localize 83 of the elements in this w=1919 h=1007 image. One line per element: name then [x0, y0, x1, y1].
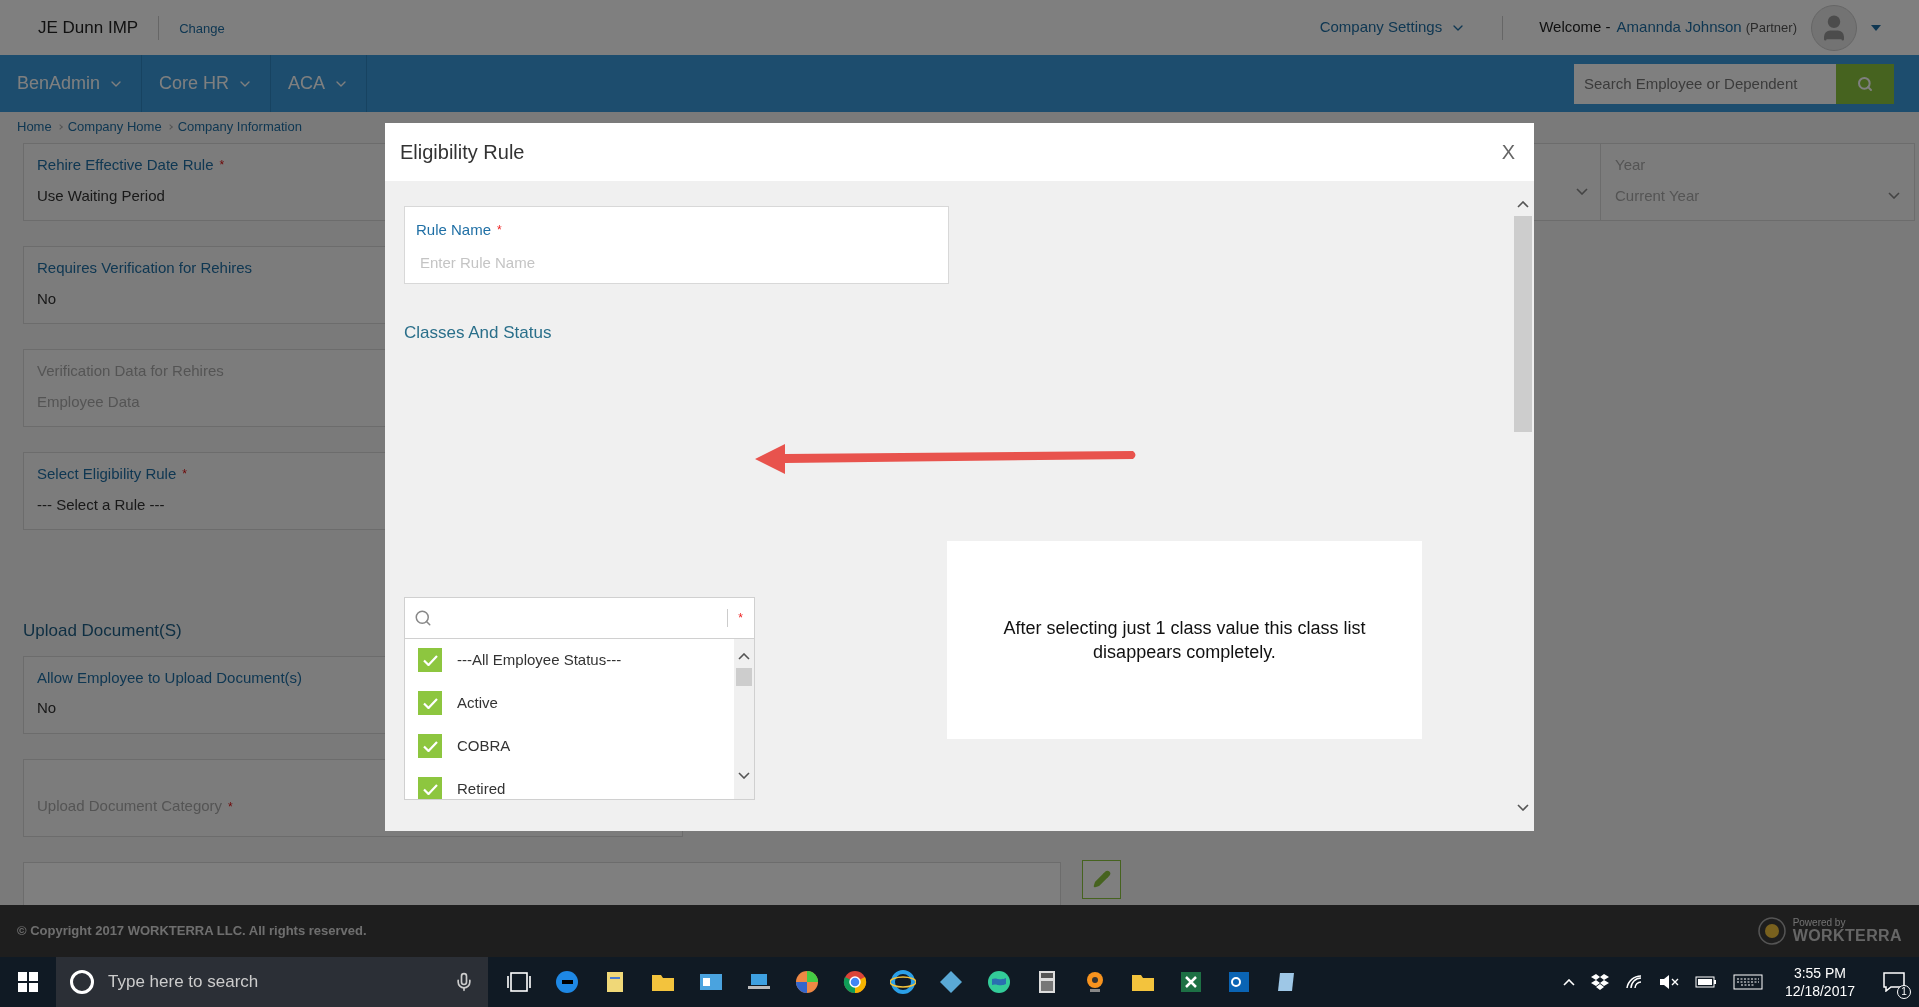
caret-icon[interactable]	[1871, 24, 1881, 31]
required-marker: *	[219, 157, 225, 175]
clock-time: 3:55 PM	[1793, 964, 1847, 982]
checkbox[interactable]	[418, 648, 442, 672]
search-field[interactable]: Search Employee or Dependent	[1574, 63, 1836, 104]
chevron-down-icon	[1576, 188, 1588, 195]
muted-speaker-icon	[1658, 974, 1679, 990]
breadcrumb-link[interactable]: Company Information	[177, 117, 302, 137]
pinwheel-icon[interactable]	[794, 969, 820, 995]
option-label: Retired	[457, 778, 506, 799]
spreadsheet-icon[interactable]	[1178, 969, 1204, 995]
check-icon	[422, 783, 438, 795]
list-scrollbar[interactable]	[734, 638, 754, 799]
company-settings-menu[interactable]: Company Settings	[1319, 16, 1467, 39]
check-icon	[422, 697, 438, 709]
field-label: Select Eligibility Rule	[37, 464, 177, 484]
powered-by-text: Powered by	[1792, 918, 1846, 928]
keyboard-icon	[1732, 974, 1763, 990]
chevron-up-icon	[1517, 201, 1529, 208]
field-label: Rehire Effective Date Rule	[37, 155, 214, 175]
rule-name-field[interactable]: Rule Name * Enter Rule Name	[404, 206, 949, 284]
field-label: Allow Employee to Upload Document(s)	[37, 667, 303, 688]
nav-menu[interactable]: Core HR	[142, 55, 272, 112]
browser-icon[interactable]	[842, 969, 868, 995]
field-label: Rule Name	[416, 220, 492, 240]
note-text: After selecting just 1 class value this class list disappears completely.	[1002, 617, 1367, 664]
chevron-down-icon	[1888, 192, 1900, 200]
clock-date: 12/18/2017	[1784, 982, 1855, 1000]
welcome-text: Welcome -	[1539, 17, 1611, 38]
change-link[interactable]: Change	[179, 19, 225, 39]
user-role: (Partner)	[1745, 18, 1797, 37]
globe-icon[interactable]	[986, 969, 1012, 995]
field-label: Requires Verification for Rehires	[37, 258, 253, 278]
notification-count: 1	[1897, 985, 1911, 999]
required-marker: *	[497, 222, 502, 240]
option-label: Active	[457, 692, 498, 713]
browser-icon[interactable]	[890, 969, 916, 995]
required-marker: *	[228, 798, 233, 816]
section-heading: Classes And Status	[404, 322, 553, 344]
logo-icon	[1756, 916, 1787, 946]
nav-menu[interactable]: BenAdmin	[0, 55, 143, 112]
required-marker: *	[182, 466, 187, 484]
field-value: No	[37, 288, 57, 309]
mail-icon[interactable]	[1226, 969, 1252, 995]
chevron-down-icon	[1517, 804, 1529, 811]
option-label: COBRA	[457, 735, 511, 756]
check-icon	[422, 654, 438, 666]
modal-title: Eligibility Rule	[400, 140, 525, 165]
breadcrumb-link[interactable]: Company Home	[67, 117, 162, 137]
scroll-thumb[interactable]	[1514, 216, 1532, 432]
search-icon	[1857, 75, 1873, 92]
scroll-thumb[interactable]	[736, 667, 752, 686]
user-name-link[interactable]: Amannda Johnson	[1616, 16, 1742, 39]
pencil-icon	[1092, 870, 1111, 888]
microphone-icon	[454, 972, 474, 992]
section-heading: Upload Document(S)	[23, 620, 182, 642]
breadcrumb-link[interactable]: Home	[17, 117, 52, 137]
chevron-up-icon	[1562, 978, 1575, 986]
required-marker: *	[738, 609, 743, 627]
class-multiselect[interactable]: * ---All Employee Status--- Active COBRA Retired	[404, 596, 755, 800]
company-name: JE Dunn IMP	[38, 16, 139, 39]
wifi-icon	[1624, 974, 1643, 990]
checkbox[interactable]	[418, 734, 442, 758]
taskbar-search-field[interactable]: Type here to search	[56, 957, 488, 1007]
windows-logo-icon	[18, 972, 38, 992]
field-value: No	[37, 698, 57, 718]
chevron-up-icon	[738, 652, 750, 660]
field-value: --- Select a Rule ---	[37, 494, 165, 515]
field-value: Use Waiting Period	[37, 185, 165, 206]
checkbox[interactable]	[418, 777, 442, 799]
search-placeholder: Type here to search	[108, 971, 260, 994]
checkbox[interactable]	[418, 691, 442, 715]
check-icon	[422, 740, 438, 752]
brand-name: WORKTERRA	[1792, 928, 1902, 944]
search-icon	[414, 608, 432, 627]
task-view-icon[interactable]	[506, 971, 532, 993]
copyright-text: © Copyright 2017 WORKTERRA LLC. All rights reserved.	[17, 922, 367, 941]
close-button[interactable]: X	[1497, 137, 1519, 167]
nav-menu[interactable]: ACA	[271, 55, 368, 112]
dropbox-icon	[1590, 974, 1609, 990]
diamond-icon[interactable]	[938, 969, 964, 995]
chevron-down-icon	[738, 771, 750, 779]
battery-icon	[1694, 976, 1717, 988]
